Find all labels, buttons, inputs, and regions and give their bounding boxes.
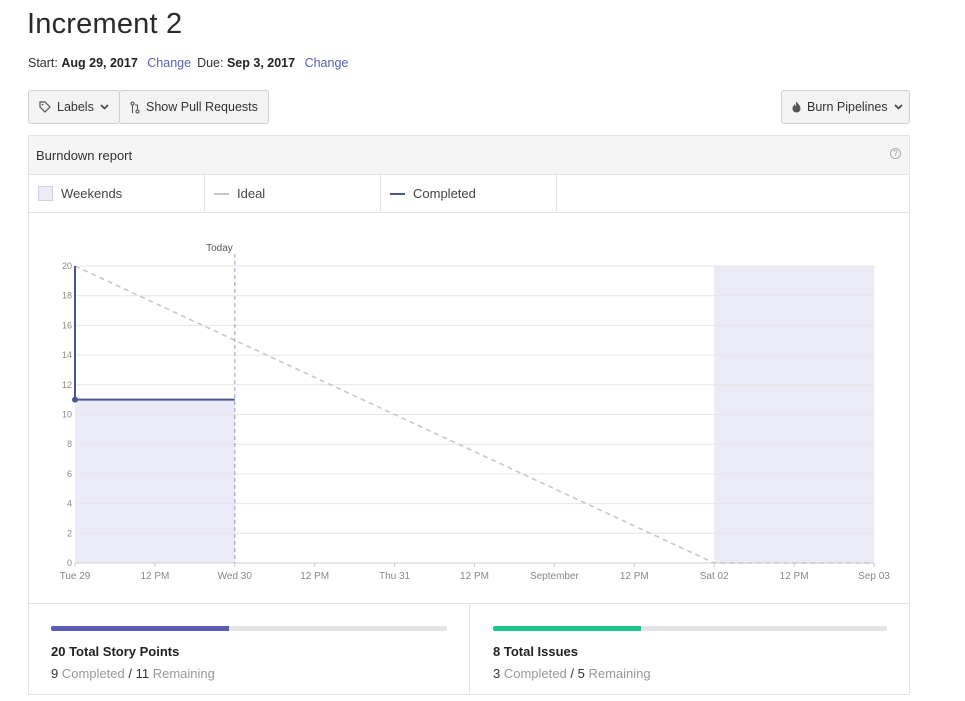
y-tick-label: 20 xyxy=(62,261,72,271)
x-tick-label: Thu 31 xyxy=(379,571,411,582)
completed-swatch xyxy=(390,192,405,195)
issues-completed-count: 3 xyxy=(493,666,501,681)
story-points-completed-label: Completed xyxy=(61,666,125,681)
chevron-down-icon xyxy=(100,104,109,110)
story-points-remaining-label: Remaining xyxy=(152,666,215,681)
help-icon[interactable]: ? xyxy=(890,148,901,159)
x-tick-label: Tue 29 xyxy=(60,571,91,582)
burndown-title: Burndown report xyxy=(36,147,133,163)
y-tick-label: 16 xyxy=(62,320,72,330)
y-tick-label: 14 xyxy=(62,350,72,360)
issues-stat: 8 Total Issues 3 Completed / 5 Remaining xyxy=(469,604,909,695)
start-label: Start: xyxy=(28,56,58,70)
x-tick-label: 12 PM xyxy=(620,571,649,582)
legend-weekends[interactable]: Weekends xyxy=(29,175,205,212)
y-tick-label: 6 xyxy=(67,469,72,479)
chart-legend: Weekends Ideal Completed xyxy=(29,175,909,213)
story-points-progress-fill xyxy=(51,626,230,631)
burndown-panel: Burndown report ? Weekends Ideal Complet… xyxy=(28,135,910,695)
chevron-down-icon xyxy=(894,104,903,110)
x-tick-label: Sep 03 xyxy=(858,571,890,582)
due-label: Due: xyxy=(197,56,224,70)
burn-pipelines-label: Burn Pipelines xyxy=(807,100,888,114)
x-tick-label: 12 PM xyxy=(780,571,809,582)
change-start-link[interactable]: Change xyxy=(147,56,191,70)
burn-pipelines-button[interactable]: Burn Pipelines xyxy=(781,90,910,124)
y-tick-label: 4 xyxy=(67,499,72,509)
x-tick-label: Sat 02 xyxy=(700,571,729,582)
legend-ideal-label: Ideal xyxy=(237,186,266,201)
tag-icon xyxy=(39,101,51,113)
issues-remaining-count: 5 xyxy=(577,666,585,681)
page-title: Increment 2 xyxy=(27,8,183,40)
issues-separator: / xyxy=(570,666,574,681)
weekend-swatch xyxy=(38,186,53,201)
story-points-remaining-count: 11 xyxy=(135,666,150,681)
y-tick-label: 18 xyxy=(62,291,72,301)
today-label: Today xyxy=(206,243,233,254)
burndown-chart: 0 2 4 6 8 10 12 14 16 18 20 Tue 29 12 PM Wed 30 12 PM T… xyxy=(60,243,891,582)
y-tick-label: 2 xyxy=(67,528,72,538)
legend-completed[interactable]: Completed xyxy=(381,175,557,212)
story-points-stat: 20 Total Story Points 9 Completed / 11 R… xyxy=(29,604,469,695)
show-pull-requests-button[interactable]: Show Pull Requests xyxy=(119,90,269,124)
story-points-total: 20 Total Story Points xyxy=(51,644,180,659)
burndown-header: Burndown report ? xyxy=(29,136,909,175)
burndown-chart-area: 0 2 4 6 8 10 12 14 16 18 20 Tue 29 12 PM Wed 30 12 PM T… xyxy=(29,213,909,603)
issues-completed-label: Completed xyxy=(503,666,567,681)
x-tick-label: September xyxy=(530,571,580,582)
issues-progress-track xyxy=(493,626,887,631)
y-tick-label: 0 xyxy=(67,558,72,568)
show-pull-requests-label: Show Pull Requests xyxy=(146,100,258,114)
x-tick-label: 12 PM xyxy=(460,571,489,582)
issues-total: 8 Total Issues xyxy=(493,644,579,659)
change-due-link[interactable]: Change xyxy=(305,56,349,70)
issues-progress-fill xyxy=(493,626,641,631)
completed-point xyxy=(72,396,78,403)
x-tick-label: 12 PM xyxy=(300,571,329,582)
start-date: Aug 29, 2017 xyxy=(61,56,138,70)
pull-request-icon xyxy=(130,100,140,114)
labels-button[interactable]: Labels xyxy=(28,90,120,124)
y-tick-label: 10 xyxy=(62,410,72,420)
completed-line xyxy=(74,266,235,401)
flame-icon xyxy=(792,101,801,113)
legend-ideal[interactable]: Ideal xyxy=(205,175,381,212)
issues-breakdown: 3 Completed / 5 Remaining xyxy=(493,666,651,681)
ideal-swatch xyxy=(214,192,229,195)
y-tick-label: 12 xyxy=(62,380,72,390)
story-points-progress-track xyxy=(51,626,447,631)
x-tick-label: Wed 30 xyxy=(218,571,253,582)
legend-completed-label: Completed xyxy=(413,186,476,201)
story-points-separator: / xyxy=(128,666,132,681)
story-points-completed-count: 9 xyxy=(51,666,59,681)
x-tick-label: 12 PM xyxy=(140,571,169,582)
legend-weekends-label: Weekends xyxy=(61,186,123,201)
stats-row: 20 Total Story Points 9 Completed / 11 R… xyxy=(29,603,909,695)
y-tick-label: 8 xyxy=(67,439,72,449)
story-points-breakdown: 9 Completed / 11 Remaining xyxy=(51,666,215,681)
issues-remaining-label: Remaining xyxy=(588,666,651,681)
weekend-band xyxy=(75,399,235,563)
labels-button-label: Labels xyxy=(57,100,94,114)
due-date: Sep 3, 2017 xyxy=(226,56,296,70)
date-range: Start: Aug 29, 2017 Change Due: Sep 3, 20… xyxy=(28,56,354,70)
